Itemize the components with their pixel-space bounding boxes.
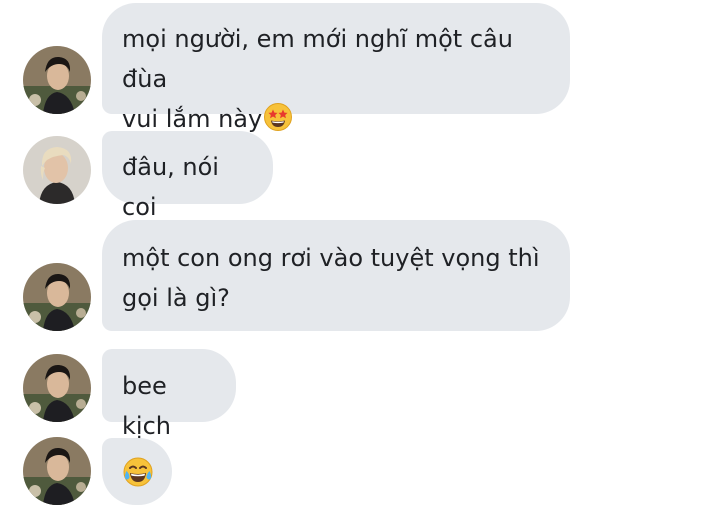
avatar[interactable] xyxy=(23,46,91,114)
message-text: đâu, nói coi xyxy=(122,153,227,221)
avatar[interactable] xyxy=(23,437,91,505)
avatar-person-dark-hair-icon xyxy=(23,263,91,331)
message-text: một con ong rơi vào tuyệt vọng thì gọi l… xyxy=(122,244,540,312)
avatar-person-dark-hair-icon xyxy=(23,437,91,505)
avatar-person-blond-hair-icon xyxy=(23,136,91,204)
message-bubble[interactable]: bee kịch xyxy=(102,349,236,440)
message-bubble[interactable]: một con ong rơi vào tuyệt vọng thì gọi l… xyxy=(102,220,570,331)
chat-thread: mọi người, em mới nghĩ một câu đùa vui l… xyxy=(0,0,719,512)
avatar[interactable] xyxy=(23,354,91,422)
avatar[interactable] xyxy=(23,136,91,204)
message-bubble[interactable]: mọi người, em mới nghĩ một câu đùa vui l… xyxy=(102,3,570,133)
star-struck-emoji-icon xyxy=(263,102,293,132)
message-text: bee kịch xyxy=(122,372,175,440)
tears-of-joy-emoji-icon xyxy=(122,456,154,488)
avatar-person-dark-hair-icon xyxy=(23,46,91,114)
message-bubble[interactable] xyxy=(102,438,172,505)
avatar[interactable] xyxy=(23,263,91,331)
message-bubble[interactable]: đâu, nói coi xyxy=(102,131,273,221)
avatar-person-dark-hair-icon xyxy=(23,354,91,422)
message-text: mọi người, em mới nghĩ một câu đùa vui l… xyxy=(122,25,513,133)
